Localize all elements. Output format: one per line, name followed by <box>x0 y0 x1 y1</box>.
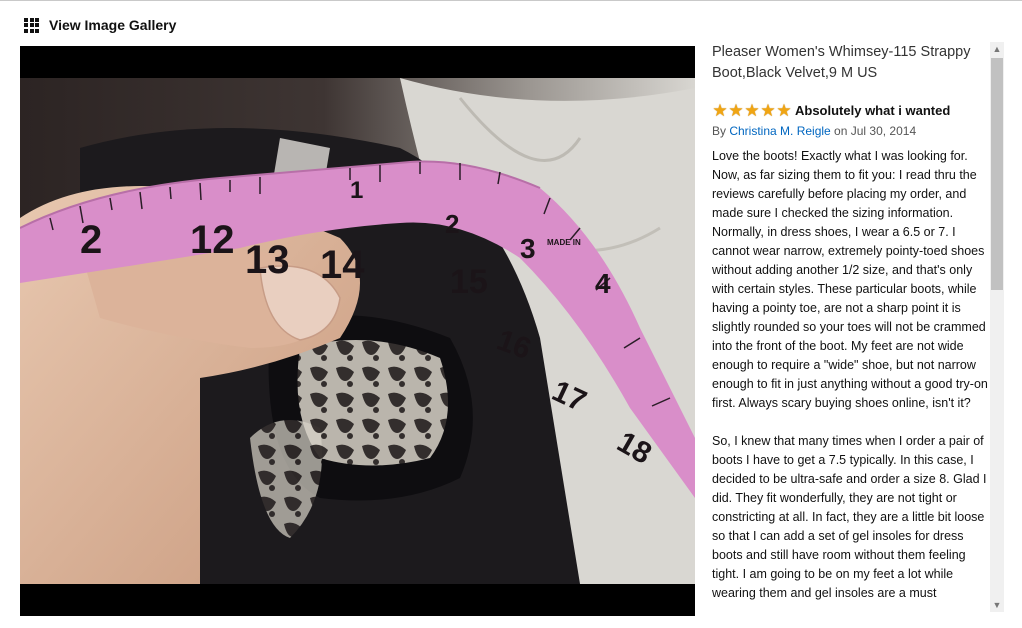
scroll-down-icon[interactable]: ▼ <box>990 598 1004 612</box>
tape-number: 2 <box>445 209 459 239</box>
star-icon: ★ <box>712 100 728 120</box>
scroll-up-icon[interactable]: ▲ <box>990 42 1004 56</box>
review-date: Jul 30, 2014 <box>850 124 917 138</box>
tape-number: 13 <box>245 238 290 282</box>
date-prefix: on <box>830 124 851 138</box>
byline-prefix: By <box>712 124 730 138</box>
scroll-thumb[interactable] <box>991 58 1003 290</box>
review-body: Love the boots! Exactly what I was looki… <box>712 147 990 603</box>
tape-number: 14 <box>320 243 365 287</box>
tape-label: MADE IN <box>547 238 581 247</box>
top-border <box>0 0 1022 1</box>
review-photo-image: 2 12 13 14 15 16 17 18 1 2 3 4 MADE IN <box>20 78 695 584</box>
star-icon: ★ <box>728 100 744 120</box>
star-icon: ★ <box>744 100 760 120</box>
tape-number: 4 <box>595 268 611 299</box>
review-title: Absolutely what i wanted <box>795 102 951 118</box>
product-title: Pleaser Women's Whimsey-115 Strappy Boot… <box>712 44 971 81</box>
review-paragraph: Love the boots! Exactly what I was looki… <box>712 149 988 410</box>
star-icon: ★ <box>776 100 792 120</box>
tape-number: 2 <box>80 218 102 262</box>
tape-number: 12 <box>190 218 235 262</box>
tape-number: 1 <box>350 177 363 204</box>
review-photo: 2 12 13 14 15 16 17 18 1 2 3 4 MADE IN <box>20 46 695 616</box>
star-rating: ★ ★ ★ ★ ★ <box>712 102 792 119</box>
review-header: ★ ★ ★ ★ ★ Absolutely what i wanted <box>712 100 990 120</box>
star-icon: ★ <box>760 100 776 120</box>
tape-number: 3 <box>520 233 536 264</box>
tape-number: 15 <box>450 263 488 301</box>
review-scrollbar[interactable]: ▲ ▼ <box>990 42 1004 612</box>
review-paragraph: So, I knew that many times when I order … <box>712 434 987 600</box>
view-image-gallery-button[interactable]: View Image Gallery <box>24 14 176 36</box>
review-byline: By Christina M. Reigle on Jul 30, 2014 <box>712 123 990 139</box>
grid-icon <box>24 17 39 33</box>
view-image-gallery-label: View Image Gallery <box>49 17 177 33</box>
review-panel: Pleaser Women's Whimsey-115 Strappy Boot… <box>712 42 990 628</box>
author-link[interactable]: Christina M. Reigle <box>729 124 830 138</box>
